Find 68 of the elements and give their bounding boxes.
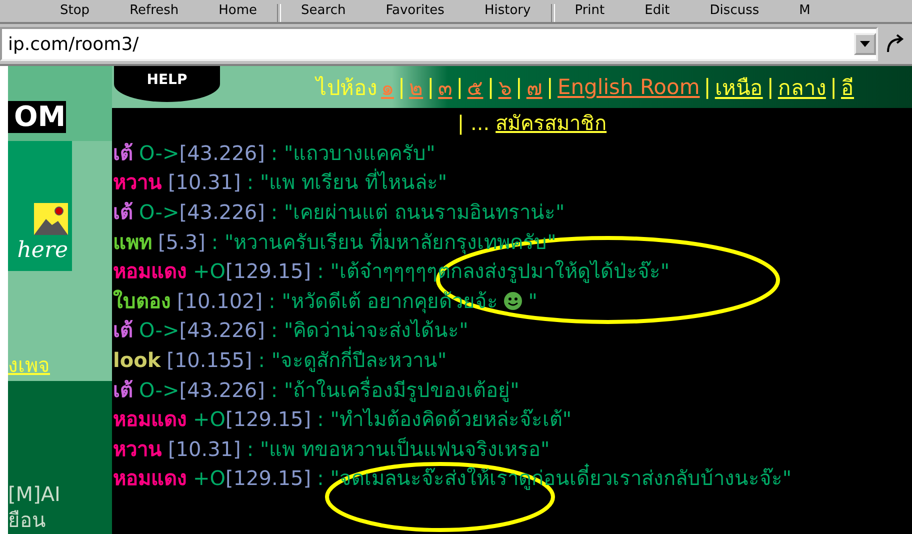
user-name: เต้ <box>113 198 133 226</box>
message-text: : "ถ้าในเครื่องมีรูปของเต้อยู่" <box>270 376 520 404</box>
nav-separator: | <box>546 75 554 99</box>
message-text: : "แพ ทเรียน ที่ไหนล่ะ" <box>246 168 448 196</box>
nav-separator: | <box>487 75 494 99</box>
user-name: หวาน <box>113 436 162 463</box>
toolbar-button[interactable]: Favorites <box>366 2 464 20</box>
user-address: +O[129.15] <box>193 259 312 284</box>
nav-separator: | <box>766 75 774 99</box>
user-address: [10.102] <box>177 288 263 313</box>
message-text: : "แพ ทขอหวานเป็นแฟนจริงเหรอ" <box>246 436 550 463</box>
user-name: แพท <box>113 228 152 256</box>
dropdown-button[interactable] <box>854 33 876 55</box>
toolbar-button[interactable]: Home <box>198 2 278 20</box>
message-text: : "คิดว่าน่าจะส่งได้นะ" <box>270 317 468 344</box>
user-name: เต้ <box>113 317 133 344</box>
user-address: [10.31] <box>168 170 241 194</box>
message-text: : "จะดูสักกี่ปีละหวาน" <box>258 346 447 374</box>
nav-link[interactable]: กลาง <box>778 70 826 104</box>
message-text: " <box>528 288 538 313</box>
user-address: [10.31] <box>168 436 241 461</box>
user-name: หอมแดง <box>113 465 187 492</box>
sidebar-text: [M]AI <box>8 481 62 507</box>
toolbar-button[interactable]: Print <box>554 2 625 20</box>
user-address: [5.3] <box>158 230 206 254</box>
nav-link[interactable]: เหนือ <box>714 70 763 104</box>
message-text: : "แถวบางแคครับ" <box>270 140 436 167</box>
user-name: หวาน <box>113 169 162 196</box>
banner-text: here <box>17 239 68 263</box>
nav-separator: | <box>830 75 838 99</box>
user-address: +O[129.15] <box>193 466 312 490</box>
user-address: O->[43.226] <box>139 318 265 342</box>
nav-label: ไปห้อง <box>316 74 377 102</box>
register-link[interactable]: สมัครสมาชิก <box>496 107 607 139</box>
help-button[interactable]: HELP <box>114 66 220 102</box>
banner[interactable]: here <box>8 141 72 271</box>
user-address: O->[43.226] <box>139 200 265 224</box>
toolbar-button[interactable]: Refresh <box>110 2 199 20</box>
user-name: เต้ <box>113 376 133 404</box>
nav-separator: | <box>515 75 522 99</box>
nav-link[interactable]: อี <box>841 70 854 104</box>
message-text: : "เคยผ่านแต่ ถนนรามอินทราน่ะ" <box>270 198 565 226</box>
mountain-picture-icon <box>34 203 68 235</box>
nav-separator: | <box>427 75 434 99</box>
nav-separator: | <box>704 75 711 99</box>
user-address: +O[129.15] <box>193 407 312 432</box>
user-address: [10.155] <box>166 348 252 372</box>
sidebar-text: ยือน <box>8 507 47 533</box>
message-text: : "ทำไมต้องคิดด้วยหล่ะจ๊ะเต้" <box>317 406 572 434</box>
user-name: เต้ <box>113 140 133 167</box>
address-field[interactable]: ip.com/room3/ <box>0 27 878 61</box>
nav-separator: | <box>398 75 406 99</box>
toolbar-button[interactable]: History <box>464 2 551 20</box>
toolbar-button[interactable]: Discuss <box>690 2 780 20</box>
nav-separator: | ... <box>457 111 490 135</box>
user-name: ใบตอง <box>113 288 171 315</box>
toolbar-button[interactable]: M <box>779 2 830 20</box>
user-address: O->[43.226] <box>139 378 265 402</box>
user-name: หอมแดง <box>113 406 187 434</box>
toolbar-button[interactable]: Stop <box>40 2 110 20</box>
nav-separator: | <box>456 75 464 99</box>
site-logo: OM <box>8 101 66 133</box>
user-name: look <box>113 348 161 372</box>
toolbar-button[interactable]: Search <box>281 2 366 20</box>
caret-icon <box>860 41 870 47</box>
user-address: O->[43.226] <box>139 140 265 165</box>
toolbar-button[interactable]: Edit <box>624 2 690 20</box>
user-name: หอมแดง <box>113 258 187 286</box>
